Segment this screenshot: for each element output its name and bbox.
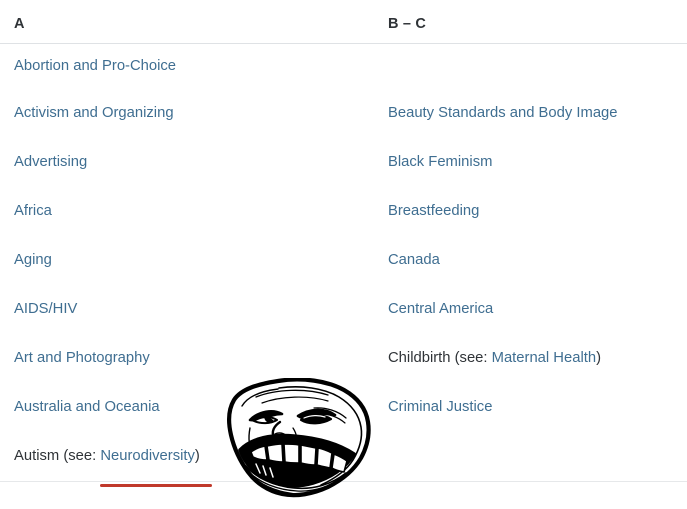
column-header-a: A [0,0,374,44]
see-also-prefix-childbirth: Childbirth (see: [388,349,492,366]
table-row: Abortion and Pro-Choice [0,44,687,90]
table-row: Africa Breastfeeding [0,187,687,236]
column-header-bc: B – C [374,0,687,44]
topic-index-page: A B – C Abortion and Pro-Choice Activism… [0,0,687,509]
topic-link-africa[interactable]: Africa [14,203,52,219]
topic-link-canada[interactable]: Canada [388,252,440,268]
table-cell-bc: Criminal Justice [374,383,687,432]
topic-link-central-america[interactable]: Central America [388,301,493,317]
table-cell-bc: Canada [374,236,687,285]
topic-link-breastfeeding[interactable]: Breastfeeding [388,203,479,219]
table-row: Art and Photography Childbirth (see: Mat… [0,334,687,383]
table-cell-a: Aging [0,236,374,285]
table-cell-bc-see-also: Childbirth (see: Maternal Health) [374,334,687,383]
table-cell-a-see-also: Autism (see: Neurodiversity) [0,432,374,482]
table-cell-a: Abortion and Pro-Choice [0,44,374,90]
table-cell-a: Australia and Oceania [0,383,374,432]
table-cell-bc: Black Feminism [374,138,687,187]
topic-link-art-and-photography[interactable]: Art and Photography [14,350,150,366]
table-cell-bc: Beauty Standards and Body Image [374,89,687,138]
table-cell-bc-empty [374,44,687,90]
table-cell-bc: Breastfeeding [374,187,687,236]
topic-link-neurodiversity[interactable]: Neurodiversity [100,448,195,464]
table-row: Australia and Oceania Criminal Justice [0,383,687,432]
topic-link-maternal-health[interactable]: Maternal Health [492,350,596,366]
table-cell-a: Art and Photography [0,334,374,383]
table-header: A B – C [0,0,687,44]
topic-link-black-feminism[interactable]: Black Feminism [388,154,492,170]
table-row: Aging Canada [0,236,687,285]
table-row: Advertising Black Feminism [0,138,687,187]
table-cell-a: Africa [0,187,374,236]
table-row: Activism and Organizing Beauty Standards… [0,89,687,138]
see-also-suffix-autism: ) [194,447,200,464]
topic-link-advertising[interactable]: Advertising [14,154,87,170]
topic-link-beauty-standards-and-body-image[interactable]: Beauty Standards and Body Image [388,105,618,121]
table-body: Abortion and Pro-Choice Activism and Org… [0,44,687,482]
topic-link-australia-and-oceania[interactable]: Australia and Oceania [14,399,160,415]
table-cell-a: Activism and Organizing [0,89,374,138]
table-header-row: A B – C [0,0,687,44]
topic-link-aging[interactable]: Aging [14,252,52,268]
topic-link-activism-and-organizing[interactable]: Activism and Organizing [14,105,174,121]
see-also-prefix-autism: Autism (see: [14,447,101,464]
table-row: Autism (see: Neurodiversity) [0,432,687,482]
table-cell-a: Advertising [0,138,374,187]
see-also-suffix-childbirth: ) [596,349,602,366]
table-cell-a: AIDS/HIV [0,285,374,334]
table-cell-bc-empty [374,432,687,482]
table-row: AIDS/HIV Central America [0,285,687,334]
topic-link-aids-hiv[interactable]: AIDS/HIV [14,301,77,317]
table-cell-bc: Central America [374,285,687,334]
red-underline-annotation [100,484,212,487]
topic-index-table: A B – C Abortion and Pro-Choice Activism… [0,0,687,482]
topic-link-criminal-justice[interactable]: Criminal Justice [388,399,492,415]
topic-link-abortion-and-pro-choice[interactable]: Abortion and Pro-Choice [14,58,176,74]
